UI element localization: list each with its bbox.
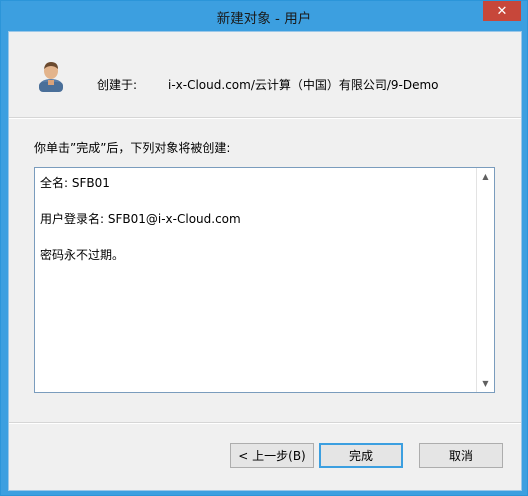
created-in-label: 创建于:	[97, 78, 138, 92]
scroll-down-icon[interactable]: ▼	[477, 375, 494, 392]
user-icon	[39, 62, 63, 92]
finish-button[interactable]: 完成	[319, 443, 403, 468]
summary-textbox[interactable]: 全名: SFB01 用户登录名: SFB01@i-x-Cloud.com 密码永…	[34, 167, 495, 393]
scroll-up-icon[interactable]: ▲	[477, 168, 494, 185]
separator-top	[9, 117, 521, 119]
close-button[interactable]: ✕	[483, 1, 521, 21]
dialog-title: 新建对象 - 用户	[216, 11, 312, 27]
title-bar[interactable]: 新建对象 - 用户 ✕	[1, 1, 527, 31]
vertical-scrollbar[interactable]: ▲ ▼	[476, 168, 494, 392]
summary-line-logon: 用户登录名: SFB01@i-x-Cloud.com	[40, 212, 241, 226]
created-in-path: i-x-Cloud.com/云计算（中国）有限公司/9-Demo	[168, 78, 439, 92]
summary-line-password: 密码永不过期。	[40, 248, 125, 262]
summary-line-fullname: 全名: SFB01	[40, 176, 110, 190]
close-icon: ✕	[496, 3, 508, 19]
summary-content: 全名: SFB01 用户登录名: SFB01@i-x-Cloud.com 密码永…	[40, 174, 472, 282]
back-button[interactable]: < 上一步(B)	[230, 443, 314, 468]
cancel-button[interactable]: 取消	[419, 443, 503, 468]
dialog-window: 新建对象 - 用户 ✕ 创建于: i-x-Cloud.com/云计算（中国）有限…	[0, 0, 528, 496]
instruction-text: 你单击”完成”后，下列对象将被创建:	[34, 141, 231, 155]
separator-bottom	[9, 422, 521, 424]
dialog-body: 创建于: i-x-Cloud.com/云计算（中国）有限公司/9-Demo 你单…	[8, 31, 522, 491]
